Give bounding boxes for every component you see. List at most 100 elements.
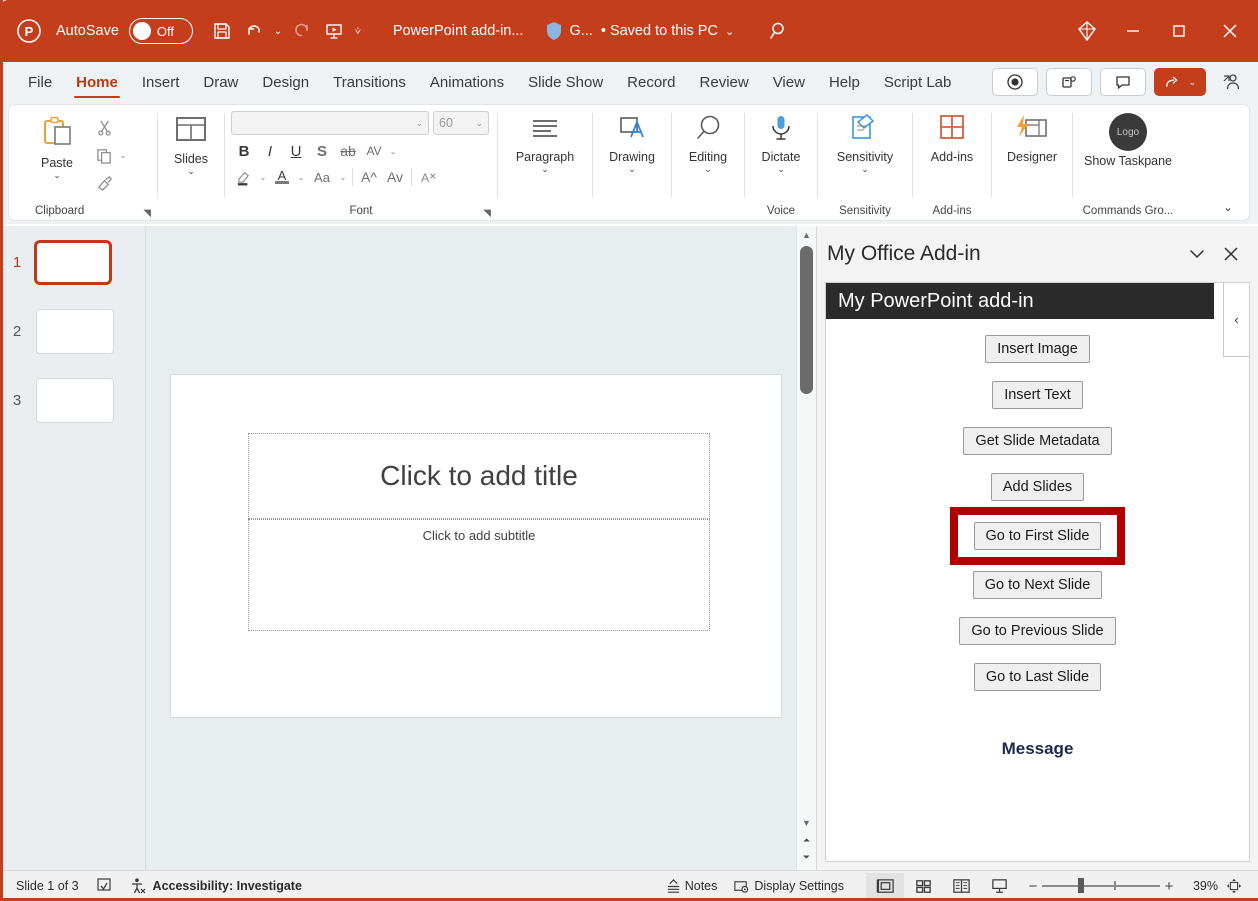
share-button[interactable]: ⌄ bbox=[1154, 68, 1206, 96]
diamond-icon[interactable] bbox=[1064, 9, 1110, 53]
scrollbar-track[interactable] bbox=[797, 244, 816, 814]
tab-transitions[interactable]: Transitions bbox=[321, 63, 418, 101]
editing-chevron-icon[interactable]: ⌄ bbox=[704, 164, 712, 175]
tab-help[interactable]: Help bbox=[817, 63, 872, 101]
font-name-input[interactable]: ⌄ bbox=[231, 111, 429, 135]
slides-button[interactable]: Slides ⌄ bbox=[166, 109, 216, 177]
thumbnail-item-3[interactable]: 3 bbox=[0, 378, 145, 423]
go-to-next-slide-button[interactable]: Go to Next Slide bbox=[973, 571, 1103, 599]
ribbon-collapse-icon[interactable]: ⌄ bbox=[1223, 200, 1233, 214]
slide-indicator[interactable]: Slide 1 of 3 bbox=[8, 871, 87, 901]
previous-slide-button[interactable]: ⏶ bbox=[797, 832, 816, 849]
add-slides-button[interactable]: Add Slides bbox=[991, 473, 1084, 501]
tab-file[interactable]: File bbox=[16, 63, 64, 101]
scroll-down-arrow-icon[interactable]: ▼ bbox=[797, 814, 816, 832]
save-icon[interactable] bbox=[207, 16, 237, 46]
tab-home[interactable]: Home bbox=[64, 63, 130, 101]
change-case-chevron-icon[interactable]: ⌄ bbox=[337, 173, 349, 182]
zoom-in-button[interactable]: + bbox=[1160, 878, 1178, 895]
paste-chevron-icon[interactable]: ⌄ bbox=[53, 170, 61, 181]
zoom-out-button[interactable]: − bbox=[1024, 878, 1042, 895]
document-title[interactable]: PowerPoint add-in... bbox=[393, 23, 524, 39]
fit-to-window-button[interactable] bbox=[1218, 877, 1250, 895]
text-highlight-color-button[interactable] bbox=[231, 165, 257, 189]
tab-script-lab[interactable]: Script Lab bbox=[872, 63, 964, 101]
font-size-chevron-icon[interactable]: ⌄ bbox=[475, 118, 483, 129]
close-button[interactable] bbox=[1202, 9, 1258, 53]
slideshow-button[interactable] bbox=[980, 873, 1018, 900]
underline-button[interactable]: U bbox=[283, 139, 309, 163]
undo-dropdown-icon[interactable]: ⌄ bbox=[271, 26, 285, 37]
slides-chevron-icon[interactable]: ⌄ bbox=[187, 166, 195, 177]
dictate-chevron-icon[interactable]: ⌄ bbox=[777, 164, 785, 175]
tab-design[interactable]: Design bbox=[250, 63, 321, 101]
thumbnail-preview[interactable] bbox=[36, 378, 114, 423]
autosave-toggle[interactable]: Off bbox=[129, 18, 193, 44]
copy-icon[interactable] bbox=[91, 143, 117, 167]
start-presentation-icon[interactable] bbox=[319, 16, 349, 46]
tab-animations[interactable]: Animations bbox=[418, 63, 516, 101]
drawing-button[interactable]: Drawing ⌄ bbox=[601, 109, 663, 175]
font-color-button[interactable]: A bbox=[269, 165, 295, 189]
clear-formatting-button[interactable]: A bbox=[415, 165, 441, 189]
minimize-button[interactable] bbox=[1110, 9, 1156, 53]
sensitivity-button[interactable]: Sensitivity ⌄ bbox=[826, 109, 904, 175]
display-settings-button[interactable]: Display Settings bbox=[725, 871, 852, 901]
title-placeholder[interactable]: Click to add title bbox=[248, 433, 710, 519]
copy-chevron-icon[interactable]: ⌄ bbox=[117, 151, 129, 160]
thumbnail-preview[interactable] bbox=[34, 240, 112, 285]
italic-button[interactable]: I bbox=[257, 139, 283, 163]
teams-present-button[interactable] bbox=[1046, 68, 1092, 96]
go-to-previous-slide-button[interactable]: Go to Previous Slide bbox=[959, 617, 1115, 645]
editing-button[interactable]: Editing ⌄ bbox=[680, 109, 736, 175]
increase-font-size-button[interactable]: A^ bbox=[356, 165, 382, 189]
change-case-button[interactable]: Aa bbox=[307, 165, 337, 189]
taskpane-menu-button[interactable] bbox=[1180, 237, 1214, 271]
decrease-font-size-button[interactable]: Av bbox=[382, 165, 408, 189]
thumbnail-preview[interactable] bbox=[36, 309, 114, 354]
highlight-chevron-icon[interactable]: ⌄ bbox=[257, 173, 269, 182]
paragraph-chevron-icon[interactable]: ⌄ bbox=[541, 164, 549, 175]
text-shadow-button[interactable]: S bbox=[309, 139, 335, 163]
format-painter-icon[interactable] bbox=[91, 171, 117, 195]
record-button[interactable] bbox=[992, 68, 1038, 96]
show-taskpane-button[interactable]: Logo Show Taskpane bbox=[1081, 109, 1175, 168]
accessibility-status[interactable]: Accessibility: Investigate bbox=[121, 871, 310, 901]
dictate-button[interactable]: Dictate ⌄ bbox=[753, 109, 809, 175]
save-status-chevron-icon[interactable]: ⌄ bbox=[725, 25, 734, 38]
reading-view-button[interactable] bbox=[942, 873, 980, 900]
sensitivity-shield-icon[interactable] bbox=[545, 21, 563, 41]
share-chevron-icon[interactable]: ⌄ bbox=[1189, 77, 1197, 88]
zoom-slider[interactable]: − + bbox=[1024, 878, 1178, 895]
designer-button[interactable]: Designer bbox=[1000, 109, 1064, 164]
cut-icon[interactable] bbox=[91, 115, 117, 139]
clipboard-dialog-launcher[interactable]: ◥ bbox=[143, 208, 151, 219]
tab-slide-show[interactable]: Slide Show bbox=[516, 63, 615, 101]
font-color-chevron-icon[interactable]: ⌄ bbox=[295, 173, 307, 182]
font-dialog-launcher[interactable]: ◥ bbox=[483, 208, 491, 219]
character-spacing-chevron-icon[interactable]: ⌄ bbox=[387, 147, 399, 156]
go-to-last-slide-button[interactable]: Go to Last Slide bbox=[974, 663, 1101, 691]
font-size-input[interactable]: 60 ⌄ bbox=[433, 111, 489, 135]
tab-record[interactable]: Record bbox=[615, 63, 687, 101]
vertical-scrollbar[interactable]: ▲ ▼ ⏶ ⏷ bbox=[796, 226, 816, 870]
scroll-up-arrow-icon[interactable]: ▲ bbox=[797, 226, 816, 244]
taskpane-close-button[interactable] bbox=[1214, 237, 1248, 271]
tab-draw[interactable]: Draw bbox=[191, 63, 250, 101]
font-name-chevron-icon[interactable]: ⌄ bbox=[415, 118, 423, 129]
subtitle-placeholder[interactable]: Click to add subtitle bbox=[248, 519, 710, 631]
add-ins-button[interactable]: Add-ins bbox=[921, 109, 983, 164]
paste-button[interactable]: Paste ⌄ bbox=[27, 109, 87, 181]
zoom-level[interactable]: 39% bbox=[1184, 879, 1218, 893]
slide-canvas[interactable]: Click to add title Click to add subtitle bbox=[170, 374, 782, 718]
save-status[interactable]: • Saved to this PC bbox=[601, 23, 718, 39]
normal-view-button[interactable] bbox=[866, 873, 904, 900]
thumbnail-item-1[interactable]: 1 bbox=[0, 240, 145, 285]
sensitivity-label[interactable]: G... bbox=[569, 23, 592, 39]
insert-text-button[interactable]: Insert Text bbox=[992, 381, 1083, 409]
tab-insert[interactable]: Insert bbox=[130, 63, 192, 101]
strikethrough-button[interactable]: ab bbox=[335, 139, 361, 163]
find-people-button[interactable] bbox=[1214, 71, 1248, 93]
search-icon[interactable] bbox=[768, 20, 790, 42]
scrollbar-thumb[interactable] bbox=[800, 246, 813, 394]
